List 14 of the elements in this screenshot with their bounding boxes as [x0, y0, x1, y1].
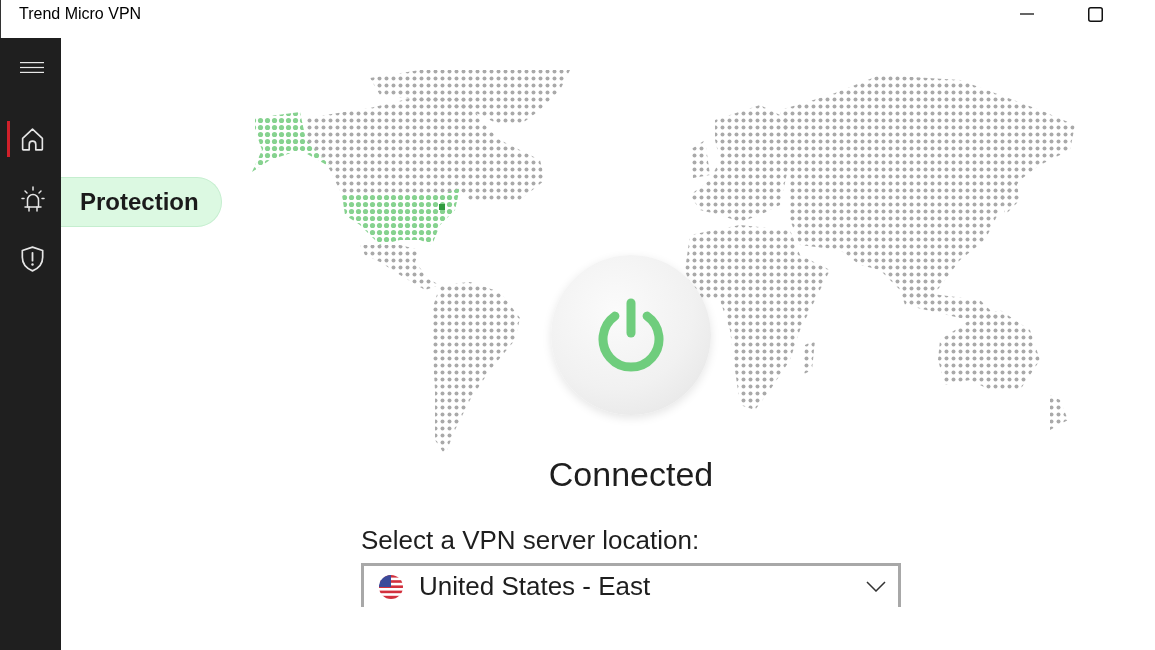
home-icon: [21, 127, 44, 151]
maximize-icon: [1088, 6, 1103, 22]
location-marker-icon: [439, 204, 445, 210]
minimize-icon: [1019, 13, 1034, 15]
protection-banner: Protection: [61, 177, 222, 227]
us-flag-icon: [379, 574, 403, 599]
menu-icon: [19, 61, 44, 73]
alarm-light-icon: [20, 186, 45, 212]
shield-alert-icon: [21, 246, 44, 272]
chevron-down-icon: [866, 581, 886, 592]
location-label: Select a VPN server location:: [361, 524, 701, 556]
connection-status: Connected: [547, 456, 715, 492]
location-dropdown[interactable]: United States - East: [361, 563, 901, 607]
window-title: Trend Micro VPN: [18, 4, 142, 24]
